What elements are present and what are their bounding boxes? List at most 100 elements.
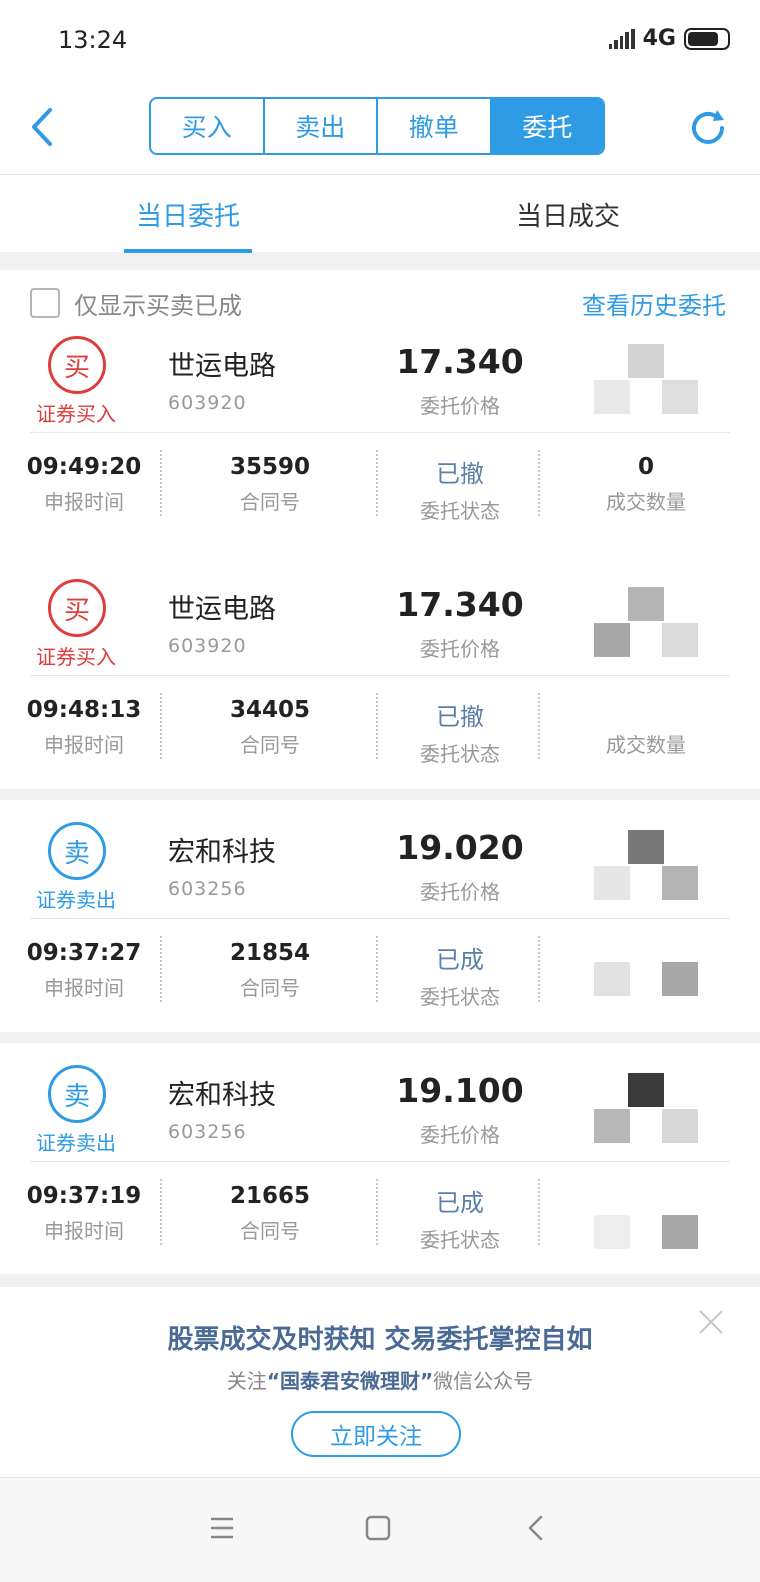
contract-label: 合同号 (240, 490, 300, 514)
order-card[interactable]: 买 证券买入 世运电路 603920 17.340 委托价格 09:48:13 申… (0, 557, 760, 789)
refresh-button[interactable] (686, 106, 730, 150)
tab-today-deals[interactable]: 当日成交 (488, 175, 648, 253)
status-cell: 已成 委托状态 (390, 940, 530, 1010)
redacted-mosaic (594, 587, 698, 657)
contract-cell: 35590 合同号 (200, 454, 340, 515)
order-direction: 证券卖出 (36, 888, 116, 912)
filled-qty (566, 697, 726, 723)
submit-time: 09:49:20 (26, 454, 142, 480)
segment-orders[interactable]: 委托 (491, 99, 603, 153)
card-divider (30, 918, 730, 919)
filled-qty: 0 (637, 454, 654, 480)
sell-badge-icon: 卖 (48, 822, 106, 880)
order-tabs: 当日委托 当日成交 (0, 174, 760, 253)
stock-code: 603920 (168, 392, 247, 414)
order-price-label: 委托价格 (420, 880, 500, 904)
order-status-label: 委托状态 (420, 985, 500, 1009)
filled-qty-cell: 成交数量 (566, 697, 726, 758)
order-price: 17.340 (396, 342, 524, 381)
cell-divider (376, 450, 378, 516)
submit-time-label: 申报时间 (44, 976, 124, 1000)
contract-cell: 21854 合同号 (200, 940, 340, 1001)
only-completed-checkbox[interactable] (30, 288, 60, 318)
chevron-left-icon (32, 108, 52, 146)
contract-label: 合同号 (240, 976, 300, 1000)
order-status: 已撤 (436, 703, 484, 731)
segment-buy[interactable]: 买入 (151, 99, 265, 153)
order-card[interactable]: 买 证券买入 世运电路 603920 17.340 委托价格 09:49:20 申… (0, 336, 760, 568)
order-status-label: 委托状态 (420, 1228, 500, 1252)
contract-number: 21665 (229, 1183, 311, 1209)
stock-name: 世运电路 (168, 594, 276, 625)
cell-divider (160, 693, 162, 759)
cell-divider (160, 1179, 162, 1245)
promo-sub-suffix: 微信公众号 (433, 1369, 534, 1393)
status-cell: 已撤 委托状态 (390, 697, 530, 767)
home-button[interactable] (358, 1508, 398, 1548)
order-direction: 证券买入 (36, 402, 116, 426)
tab-label: 当日成交 (515, 201, 620, 232)
card-divider (30, 675, 730, 676)
card-divider (30, 432, 730, 433)
menu-button[interactable] (202, 1508, 242, 1548)
cell-divider (160, 450, 162, 516)
filled-qty-cell: 0 成交数量 (566, 454, 726, 515)
order-status: 已成 (436, 946, 484, 974)
contract-number: 34405 (229, 697, 311, 723)
status-icons: 4G (608, 26, 730, 51)
submit-time-label: 申报时间 (44, 1219, 124, 1243)
back-button[interactable] (22, 102, 62, 152)
submit-time-cell: 09:37:19 申报时间 (22, 1183, 146, 1244)
tab-today-orders[interactable]: 当日委托 (124, 175, 252, 253)
cell-divider (376, 936, 378, 1002)
follow-now-button[interactable]: 立即关注 (291, 1411, 461, 1457)
submit-time-cell: 09:37:27 申报时间 (22, 940, 146, 1001)
order-card-body: 卖 证券卖出 宏和科技 603256 19.020 委托价格 09:37:27 申… (0, 822, 760, 1032)
redacted-mosaic (594, 962, 698, 1002)
order-price: 17.340 (396, 585, 524, 624)
segment-sell[interactable]: 卖出 (265, 99, 378, 153)
order-status-label: 委托状态 (420, 742, 500, 766)
stock-code: 603920 (168, 635, 247, 657)
submit-time: 09:37:27 (26, 940, 142, 966)
buy-badge-icon: 买 (48, 336, 106, 394)
order-price-label: 委托价格 (420, 1123, 500, 1147)
system-nav-bar (0, 1477, 760, 1582)
order-direction: 证券买入 (36, 645, 116, 669)
segment-cancel[interactable]: 撤单 (378, 99, 492, 153)
refresh-icon (692, 110, 724, 144)
order-card[interactable]: 卖 证券卖出 宏和科技 603256 19.100 委托价格 09:37:19 申… (0, 1043, 760, 1274)
system-back-button[interactable] (516, 1508, 556, 1548)
submit-time: 09:37:19 (26, 1183, 142, 1209)
submit-time-label: 申报时间 (44, 733, 124, 757)
order-status-label: 委托状态 (420, 499, 500, 523)
order-status: 已成 (436, 1189, 484, 1217)
promo-headline: 股票成交及时获知 交易委托掌控自如 (167, 1325, 593, 1355)
filter-bar: 仅显示买卖已成 查看历史委托 (0, 270, 760, 336)
close-icon (699, 1310, 723, 1334)
back-icon (528, 1515, 543, 1541)
square-icon (365, 1515, 391, 1541)
promo-sub-prefix: 关注 (226, 1369, 267, 1393)
nav-bar: 买入 卖出 撤单 委托 (0, 82, 760, 174)
close-promo-button[interactable] (696, 1307, 726, 1337)
order-card[interactable]: 卖 证券卖出 宏和科技 603256 19.020 委托价格 09:37:27 申… (0, 800, 760, 1032)
menu-icon (211, 1517, 233, 1539)
buy-badge-icon: 买 (48, 579, 106, 637)
redacted-mosaic (594, 1215, 698, 1255)
cell-divider (538, 1179, 540, 1245)
network-type: 4G (642, 26, 676, 51)
order-price: 19.100 (396, 1071, 524, 1110)
wechat-promo-banner: 股票成交及时获知 交易委托掌控自如 关注“国泰君安微理财”微信公众号 立即关注 (0, 1287, 760, 1477)
tab-label: 当日委托 (135, 201, 240, 232)
filled-qty-label: 成交数量 (606, 733, 686, 757)
contract-cell: 21665 合同号 (200, 1183, 340, 1244)
order-card-body: 卖 证券卖出 宏和科技 603256 19.100 委托价格 09:37:19 申… (0, 1065, 760, 1274)
history-orders-link[interactable]: 查看历史委托 (582, 286, 726, 321)
contract-number: 35590 (229, 454, 311, 480)
order-card-body: 买 证券买入 世运电路 603920 17.340 委托价格 09:48:13 申… (0, 579, 760, 789)
card-divider (30, 1161, 730, 1162)
promo-subtitle: 关注“国泰君安微理财”微信公众号 (0, 1365, 760, 1394)
contract-label: 合同号 (240, 1219, 300, 1243)
order-status: 已撤 (436, 460, 484, 488)
